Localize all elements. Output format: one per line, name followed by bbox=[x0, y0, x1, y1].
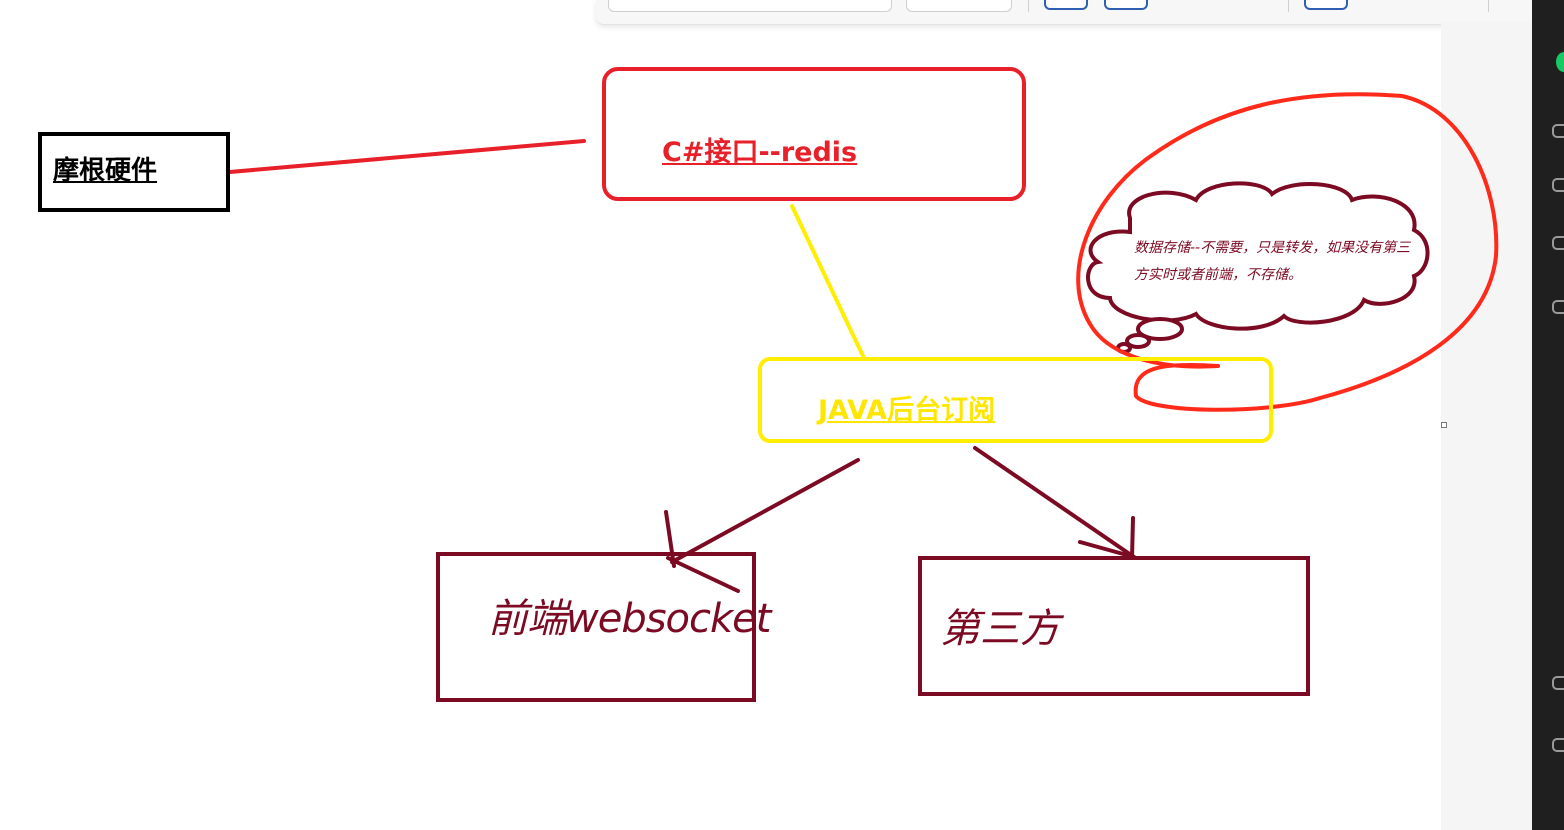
node-third-party-label: 第三方 bbox=[940, 606, 1060, 652]
node-hardware-label: 摩根硬件 bbox=[53, 156, 158, 186]
edge-java-third-party bbox=[973, 446, 1136, 560]
whiteboard-canvas[interactable]: 摩根硬件 C#接口--redis JAVA后台订阅 前端websocket 第三… bbox=[0, 0, 1564, 830]
node-redis-label: C#接口--redis bbox=[662, 137, 858, 168]
edge-hardware-redis bbox=[228, 139, 586, 174]
callout-text: 数据存储--不需要，只是转发，如果没有第三方实时或者前端，不存储。 bbox=[1134, 240, 1411, 283]
edge-redis-java bbox=[790, 204, 865, 358]
node-frontend-label: 前端websocket bbox=[488, 596, 771, 642]
node-java-label: JAVA后台订阅 bbox=[818, 395, 996, 426]
